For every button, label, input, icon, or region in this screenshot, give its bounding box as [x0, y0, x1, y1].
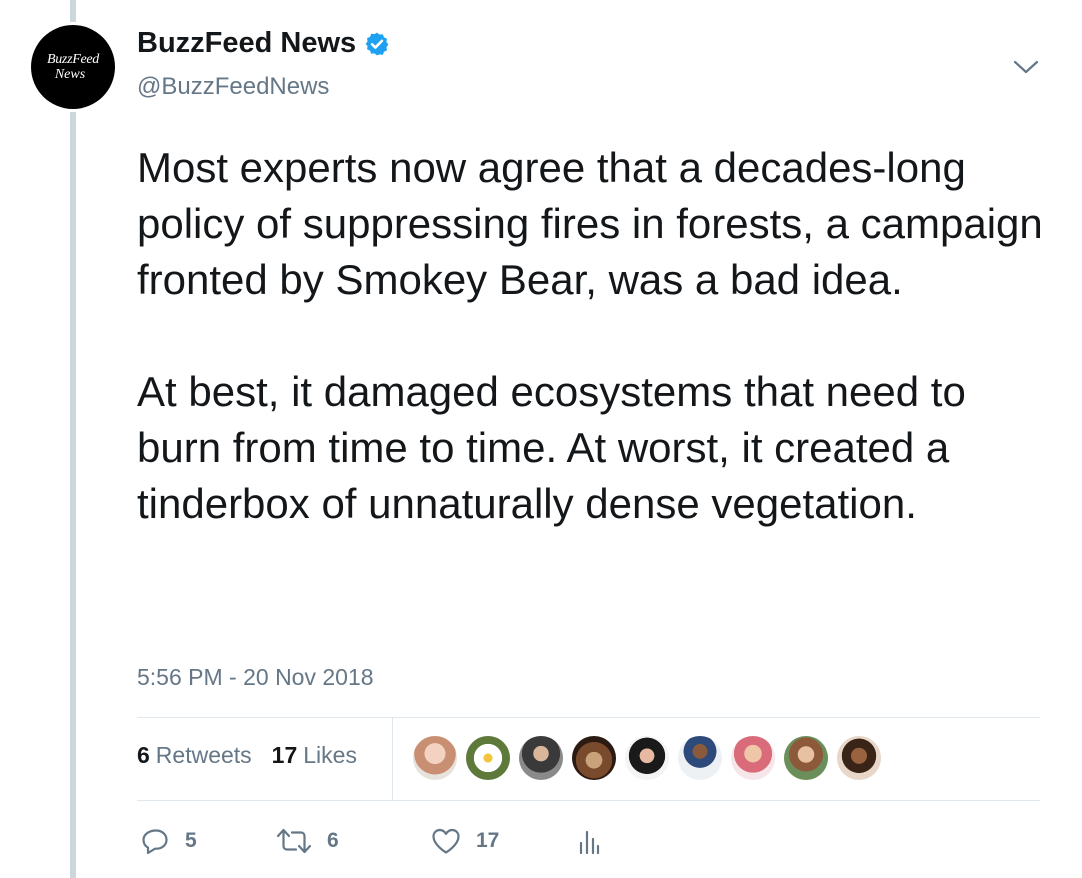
liker-avatar[interactable]	[413, 736, 457, 780]
thread-line-top	[70, 0, 76, 22]
author-name-row[interactable]: BuzzFeed News	[137, 27, 390, 60]
retweets-stat[interactable]: 6 Retweets	[137, 742, 252, 769]
liker-avatars	[413, 736, 890, 780]
avatar-logo-line1: BuzzFeed	[46, 52, 100, 67]
retweet-icon	[276, 828, 312, 854]
reply-count: 5	[185, 829, 197, 852]
tweet-paragraph: Most experts now agree that a decades-lo…	[137, 144, 1043, 303]
thread-line	[70, 112, 76, 878]
tweet-text: Most experts now agree that a decades-lo…	[137, 140, 1057, 532]
heart-icon	[432, 828, 460, 854]
stats-divider	[392, 718, 393, 800]
retweets-stat-label: Retweets	[155, 742, 252, 768]
liker-avatar[interactable]	[784, 736, 828, 780]
reply-icon	[142, 829, 168, 855]
likes-stat-count: 17	[271, 742, 298, 768]
liker-avatar[interactable]	[519, 736, 563, 780]
author-avatar[interactable]: BuzzFeed News	[31, 25, 115, 109]
likes-stat-label: Likes	[303, 742, 357, 768]
tweet-timestamp[interactable]: 5:56 PM - 20 Nov 2018	[137, 664, 374, 691]
liker-avatar[interactable]	[731, 736, 775, 780]
tweet-stats: 6 Retweets 17 Likes	[137, 742, 377, 769]
likes-stat[interactable]: 17 Likes	[272, 742, 357, 769]
analytics-icon	[579, 830, 600, 855]
liker-avatar[interactable]	[837, 736, 881, 780]
liker-avatar[interactable]	[572, 736, 616, 780]
retweet-button[interactable]: 6	[275, 826, 339, 856]
verified-icon	[365, 32, 389, 55]
divider	[137, 717, 1040, 718]
analytics-button[interactable]	[577, 826, 601, 856]
liker-avatar[interactable]	[625, 736, 669, 780]
chevron-down-icon[interactable]	[1012, 58, 1040, 76]
reply-button[interactable]: 5	[141, 826, 197, 856]
like-button[interactable]: 17	[430, 826, 499, 856]
retweets-stat-count: 6	[137, 742, 150, 768]
author-display-name[interactable]: BuzzFeed News	[137, 27, 356, 60]
liker-avatar[interactable]	[678, 736, 722, 780]
avatar-logo-line2: News	[54, 67, 86, 82]
like-count: 17	[476, 829, 500, 852]
liker-avatar[interactable]	[466, 736, 510, 780]
tweet-paragraph: At best, it damaged ecosystems that need…	[137, 368, 966, 527]
retweet-count: 6	[327, 829, 339, 852]
author-handle[interactable]: @BuzzFeedNews	[137, 73, 329, 101]
divider	[137, 800, 1040, 801]
